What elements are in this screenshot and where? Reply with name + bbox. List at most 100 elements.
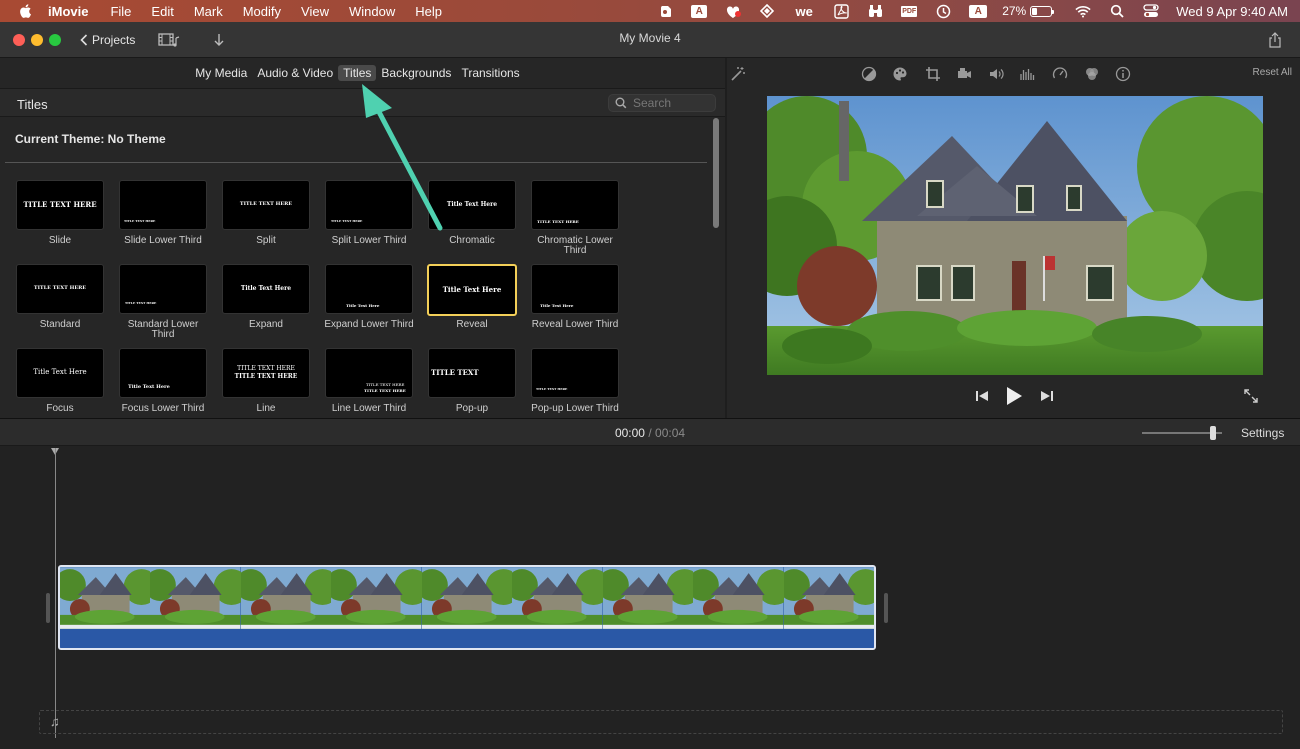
title-thumbnail[interactable]: TITLE TEXT HERE TITLE TEXT HERE bbox=[222, 348, 310, 398]
title-tile-chromatic[interactable]: Title Text Here Chromatic bbox=[427, 180, 517, 246]
skip-forward-icon[interactable] bbox=[1040, 389, 1054, 403]
search-icon[interactable] bbox=[1109, 4, 1125, 18]
browser-scrollbar[interactable] bbox=[712, 118, 720, 418]
title-thumbnail[interactable]: Title Text Here bbox=[119, 348, 207, 398]
title-thumbnail[interactable]: Title Text Here bbox=[16, 348, 104, 398]
title-thumbnail[interactable]: Title Text Here bbox=[325, 264, 413, 314]
title-thumbnail[interactable]: TITLE TEXT HERE bbox=[119, 264, 207, 314]
search-field[interactable] bbox=[608, 94, 716, 112]
play-icon[interactable] bbox=[1005, 386, 1023, 406]
crop-icon[interactable] bbox=[925, 66, 941, 82]
title-tile-pop-up-lower-third[interactable]: TITLE TEXT HERE Pop-up Lower Third bbox=[530, 348, 620, 414]
acrobat-icon[interactable] bbox=[833, 3, 849, 19]
title-thumbnail[interactable]: TITLE TEXT HERE bbox=[16, 180, 104, 230]
title-tile-pop-up[interactable]: TITLE TEXT Pop-up bbox=[427, 348, 517, 414]
title-thumbnail[interactable]: Title Text Here bbox=[531, 264, 619, 314]
text-a-icon[interactable]: A bbox=[691, 4, 708, 18]
volume-icon[interactable] bbox=[988, 66, 1004, 82]
title-label: Pop-up bbox=[455, 403, 489, 414]
tab-audio-video[interactable]: Audio & Video bbox=[252, 65, 338, 81]
color-palette-icon[interactable] bbox=[892, 66, 908, 82]
menu-mark[interactable]: Mark bbox=[194, 4, 223, 19]
battery-icon[interactable] bbox=[1030, 5, 1055, 17]
title-thumbnail[interactable]: TITLE TEXT HERE bbox=[16, 264, 104, 314]
app-badge-icon[interactable] bbox=[725, 4, 742, 18]
title-thumbnail[interactable]: TITLE TEXT HERE TITLE TEXT HERE bbox=[325, 348, 413, 398]
title-tile-chromatic-lower-third[interactable]: TITLE TEXT HERE Chromatic Lower Third bbox=[530, 180, 620, 256]
title-tile-reveal-lower-third[interactable]: Title Text Here Reveal Lower Third bbox=[530, 264, 620, 330]
filter-icon[interactable] bbox=[1084, 66, 1100, 82]
title-thumbnail[interactable]: TITLE TEXT HERE bbox=[325, 180, 413, 230]
menu-edit[interactable]: Edit bbox=[151, 4, 173, 19]
background-music-well[interactable] bbox=[39, 710, 1283, 734]
equalizer-icon[interactable] bbox=[1019, 66, 1035, 82]
apple-icon[interactable] bbox=[18, 3, 34, 19]
title-thumbnail[interactable]: TITLE TEXT HERE bbox=[119, 180, 207, 230]
reset-all-button[interactable]: Reset All bbox=[1253, 67, 1292, 78]
speed-icon[interactable] bbox=[1052, 66, 1068, 82]
window-titlebar: Projects My Movie 4 bbox=[0, 22, 1300, 58]
title-tile-standard[interactable]: TITLE TEXT HERE Standard bbox=[15, 264, 105, 330]
title-tile-line[interactable]: TITLE TEXT HERE TITLE TEXT HERE Line bbox=[221, 348, 311, 414]
menu-app-name[interactable]: iMovie bbox=[48, 4, 88, 19]
fullscreen-icon[interactable] bbox=[1243, 388, 1259, 404]
timeline-settings-button[interactable]: Settings bbox=[1241, 426, 1284, 440]
we-icon[interactable]: we bbox=[793, 4, 815, 19]
title-thumbnail[interactable]: Title Text Here bbox=[222, 264, 310, 314]
title-thumbnail[interactable]: TITLE TEXT bbox=[428, 348, 516, 398]
input-a-icon[interactable]: A bbox=[969, 4, 988, 18]
share-icon[interactable] bbox=[1268, 30, 1282, 50]
title-tile-slide-lower-third[interactable]: TITLE TEXT HERE Slide Lower Third bbox=[118, 180, 208, 246]
evernote-icon[interactable] bbox=[657, 4, 673, 18]
title-tile-focus-lower-third[interactable]: Title Text Here Focus Lower Third bbox=[118, 348, 208, 414]
stabilization-icon[interactable] bbox=[956, 66, 972, 82]
clip-trim-handle-left[interactable] bbox=[46, 593, 50, 623]
title-thumbnail-selected[interactable]: Title Text Here bbox=[427, 264, 517, 316]
wifi-icon[interactable] bbox=[1075, 4, 1091, 18]
clip-trim-handle-right[interactable] bbox=[884, 593, 888, 623]
magic-wand-icon[interactable] bbox=[730, 66, 746, 82]
menu-view[interactable]: View bbox=[301, 4, 329, 19]
timeline-zoom-slider[interactable] bbox=[1142, 426, 1222, 440]
menu-modify[interactable]: Modify bbox=[243, 4, 281, 19]
title-tile-line-lower-third[interactable]: TITLE TEXT HERE TITLE TEXT HERE Line Low… bbox=[324, 348, 414, 414]
title-tile-split-lower-third[interactable]: TITLE TEXT HERE Split Lower Third bbox=[324, 180, 414, 246]
title-thumbnail[interactable]: TITLE TEXT HERE bbox=[531, 180, 619, 230]
skip-back-icon[interactable] bbox=[975, 389, 989, 403]
timeline[interactable]: ♫ bbox=[0, 446, 1300, 749]
video-clip[interactable] bbox=[58, 565, 876, 650]
pdf-icon[interactable]: PDF bbox=[901, 4, 918, 18]
grid-icon[interactable] bbox=[759, 4, 775, 18]
menu-file[interactable]: File bbox=[110, 4, 131, 19]
info-icon[interactable] bbox=[1115, 66, 1131, 82]
title-tile-focus[interactable]: Title Text Here Focus bbox=[15, 348, 105, 414]
video-preview[interactable] bbox=[767, 96, 1263, 375]
title-tile-slide[interactable]: TITLE TEXT HERE Slide bbox=[15, 180, 105, 246]
scrollbar-thumb[interactable] bbox=[713, 118, 719, 228]
menu-window[interactable]: Window bbox=[349, 4, 395, 19]
control-center-icon[interactable] bbox=[1143, 4, 1159, 18]
zoom-slider-knob[interactable] bbox=[1210, 426, 1216, 440]
tab-backgrounds[interactable]: Backgrounds bbox=[376, 65, 456, 81]
tab-my-media[interactable]: My Media bbox=[190, 65, 252, 81]
title-thumbnail[interactable]: Title Text Here bbox=[428, 180, 516, 230]
title-tile-expand-lower-third[interactable]: Title Text Here Expand Lower Third bbox=[324, 264, 414, 330]
clock-icon[interactable] bbox=[935, 4, 951, 18]
title-label: Focus Lower Third bbox=[121, 403, 205, 414]
clip-frame bbox=[783, 567, 874, 629]
current-theme-label: Current Theme: No Theme bbox=[15, 132, 166, 146]
tab-titles[interactable]: Titles bbox=[338, 65, 377, 81]
title-tile-split[interactable]: TITLE TEXT HERE Split bbox=[221, 180, 311, 246]
title-thumbnail[interactable]: TITLE TEXT HERE bbox=[222, 180, 310, 230]
title-tile-expand[interactable]: Title Text Here Expand bbox=[221, 264, 311, 330]
title-tile-standard-lower-third[interactable]: TITLE TEXT HERE Standard Lower Third bbox=[118, 264, 208, 340]
binoculars-icon[interactable] bbox=[867, 4, 883, 18]
title-tile-reveal[interactable]: Title Text Here Reveal bbox=[427, 264, 517, 330]
menu-help[interactable]: Help bbox=[415, 4, 442, 19]
search-input[interactable] bbox=[633, 96, 713, 110]
title-thumbnail[interactable]: TITLE TEXT HERE bbox=[531, 348, 619, 398]
playhead[interactable] bbox=[55, 448, 56, 738]
tab-transitions[interactable]: Transitions bbox=[456, 65, 524, 81]
menubar-clock[interactable]: Wed 9 Apr 9:40 AM bbox=[1176, 4, 1288, 19]
color-balance-icon[interactable] bbox=[861, 66, 877, 82]
